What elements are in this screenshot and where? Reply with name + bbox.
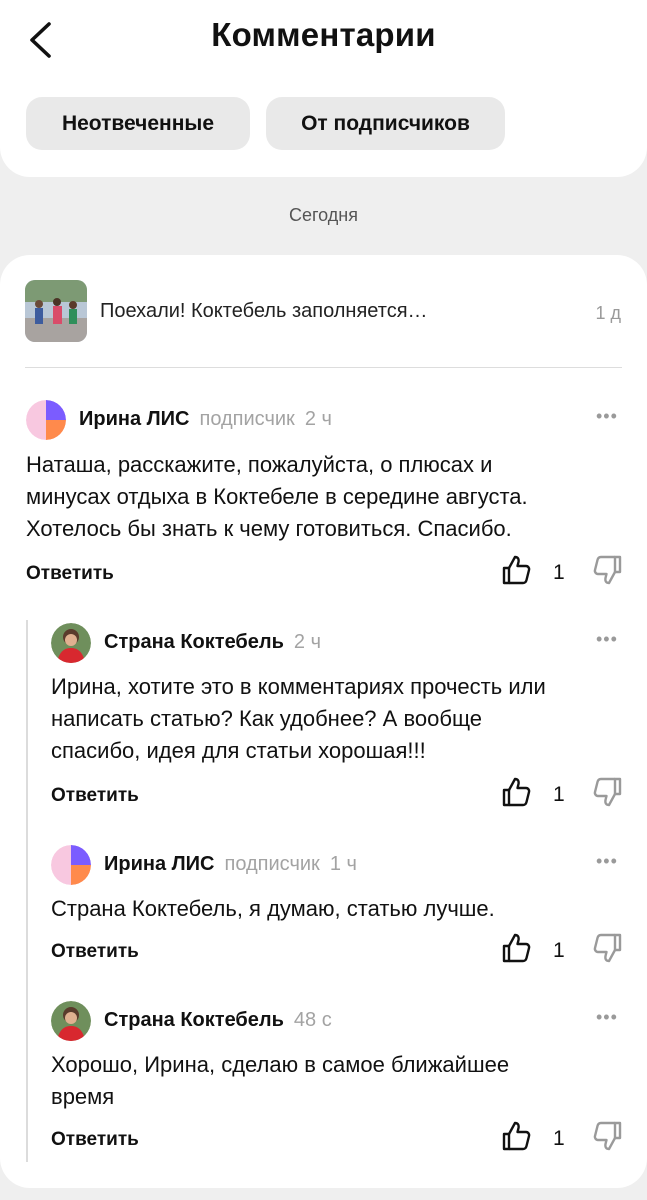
avatar[interactable]: [51, 845, 91, 885]
comment: Ирина ЛИС подписчик 2 ч ••• Наташа, расска…: [26, 400, 626, 590]
more-icon[interactable]: •••: [596, 1007, 626, 1027]
divider: [25, 367, 622, 368]
more-icon[interactable]: •••: [596, 629, 626, 649]
comment-text: Хорошо, Ирина, сделаю в самое ближайшее …: [51, 1052, 510, 1109]
subscriber-badge: подписчик: [224, 853, 320, 875]
author-name[interactable]: Страна Коктебель: [104, 631, 284, 653]
thumbs-up-icon[interactable]: [500, 932, 532, 964]
author-name[interactable]: Страна Коктебель: [104, 1009, 284, 1031]
thumbs-up-icon[interactable]: [500, 1120, 532, 1152]
post-age: 1 д: [595, 303, 621, 323]
header: Комментарии Неотвеченные От подписчиков: [0, 0, 647, 177]
reply-thread-line: [26, 620, 28, 1162]
thumbs-down-icon[interactable]: [592, 776, 624, 808]
comment-meta: Ирина ЛИС подписчик 1 ч: [104, 853, 357, 876]
subscriber-badge: подписчик: [199, 408, 295, 430]
thumbs-up-icon[interactable]: [500, 554, 532, 586]
comment-meta: Страна Коктебель 48 с: [104, 1009, 332, 1032]
comment-text: Ирина, хотите это в комментариях прочест…: [51, 674, 546, 763]
like-count: 1: [553, 561, 565, 584]
like-count: 1: [553, 1127, 565, 1150]
thumbs-down-icon[interactable]: [592, 554, 624, 586]
date-separator: Сегодня: [289, 205, 358, 225]
more-icon[interactable]: •••: [596, 851, 626, 871]
author-name[interactable]: Ирина ЛИС: [79, 408, 190, 430]
comment-text: Страна Коктебель, я думаю, статью лучше.: [51, 896, 495, 921]
comment-time: 2 ч: [293, 631, 322, 653]
thumbs-up-icon[interactable]: [500, 776, 532, 808]
like-count: 1: [553, 939, 565, 962]
comment-meta: Страна Коктебель 2 ч: [104, 631, 321, 654]
author-name[interactable]: Ирина ЛИС: [104, 853, 215, 875]
more-icon[interactable]: •••: [596, 406, 626, 426]
comment-time: 1 ч: [329, 853, 357, 875]
comment-time: 48 с: [293, 1009, 332, 1031]
avatar[interactable]: [51, 1001, 91, 1041]
post-thumbnail[interactable]: [25, 280, 87, 342]
page-title: Комментарии: [211, 16, 436, 53]
avatar[interactable]: [26, 400, 66, 440]
comment-reply: Страна Коктебель 48 с ••• Хорошо, Ирина, …: [51, 1001, 626, 1161]
reply-button[interactable]: Ответить: [51, 1129, 139, 1151]
reply-button[interactable]: Ответить: [51, 941, 139, 963]
filter-unanswered-button[interactable]: Неотвеченные: [26, 97, 250, 150]
filter-subscribers-button[interactable]: От подписчиков: [266, 97, 505, 150]
reply-button[interactable]: Ответить: [51, 785, 139, 807]
thumbs-down-icon[interactable]: [592, 932, 624, 964]
thumbs-down-icon[interactable]: [592, 1120, 624, 1152]
comment-time: 2 ч: [304, 408, 332, 430]
reply-button[interactable]: Ответить: [26, 563, 114, 585]
like-count: 1: [553, 783, 565, 806]
comment-reply: Страна Коктебель 2 ч ••• Ирина, хотите эт…: [51, 623, 626, 813]
comment-reply: Ирина ЛИС подписчик 1 ч ••• Страна Коктебе…: [51, 845, 626, 975]
post-title[interactable]: Поехали! Коктебель заполняется…: [100, 300, 428, 323]
avatar[interactable]: [51, 623, 91, 663]
comment-text: Наташа, расскажите, пожалуйста, о плюсах…: [26, 452, 528, 541]
comment-meta: Ирина ЛИС подписчик 2 ч: [79, 408, 332, 431]
